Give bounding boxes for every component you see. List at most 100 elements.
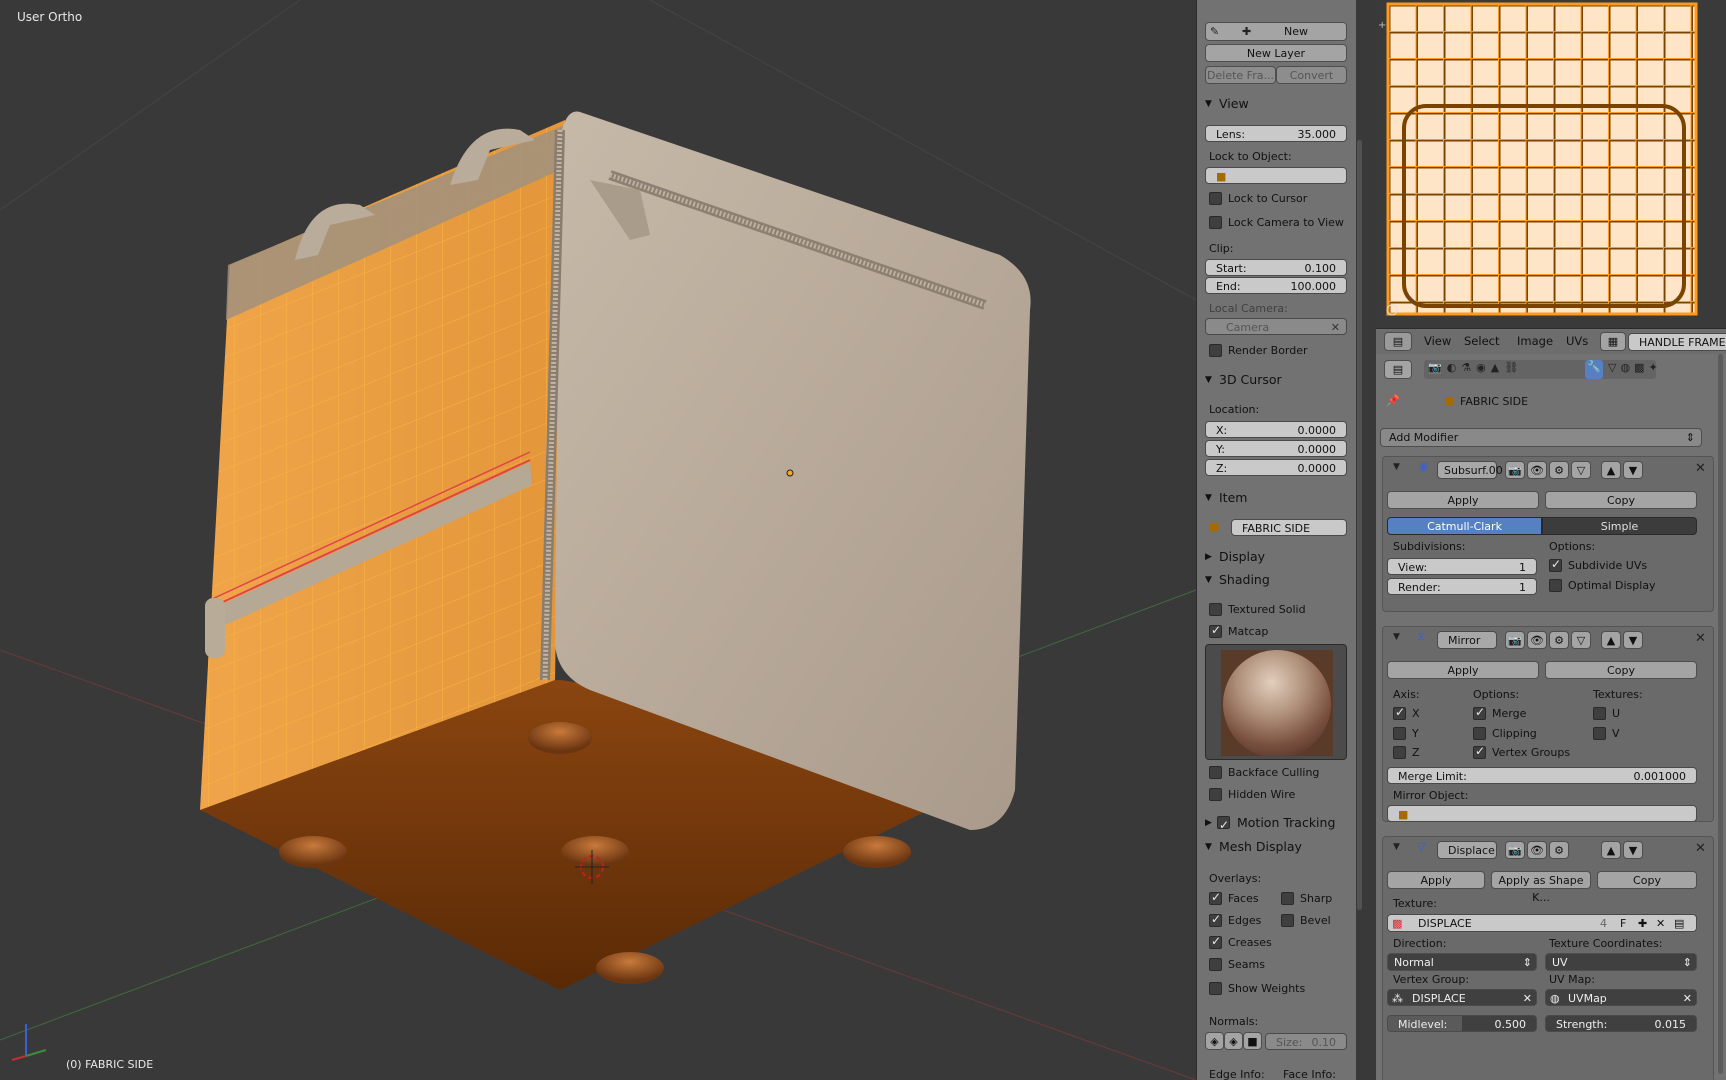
mirror-name-field[interactable]: Mirror	[1437, 631, 1497, 649]
grease-pencil-new-button[interactable]: ✎ ✚ New	[1205, 22, 1347, 41]
clear-x-icon[interactable]: ✕	[1523, 990, 1532, 1007]
fake-user-button[interactable]: F	[1620, 915, 1626, 932]
remove-modifier-icon[interactable]: ✕	[1695, 631, 1706, 646]
subdivide-uvs-checkbox[interactable]	[1549, 557, 1562, 572]
uv-menu-select[interactable]: Select	[1464, 334, 1499, 348]
shading-panel-header[interactable]: ▼ Shading	[1197, 569, 1356, 591]
clipping-checkbox[interactable]	[1473, 727, 1486, 740]
editmode-toggle-icon[interactable]: ⚙	[1549, 841, 1569, 859]
show-weights-checkbox[interactable]	[1209, 982, 1222, 995]
bevel-checkbox[interactable]	[1281, 914, 1294, 927]
vertex-group-field[interactable]: ⁂ DISPLACE ✕	[1387, 989, 1537, 1006]
motion-tracking-panel-header[interactable]: ▶ Motion Tracking	[1197, 812, 1356, 836]
subsurf-view-levels-field[interactable]: View: 1	[1387, 558, 1537, 575]
context-tab-icons[interactable]: 📷◐⚗◉▲⛓	[1428, 361, 1523, 374]
remove-modifier-icon[interactable]: ✕	[1695, 841, 1706, 856]
merge-limit-field[interactable]: Merge Limit: 0.001000	[1387, 767, 1697, 784]
subsurf-name-field[interactable]: Subsurf.00	[1437, 461, 1503, 479]
remove-modifier-icon[interactable]: ✕	[1695, 461, 1706, 476]
3d-viewport[interactable]: User Ortho (0) FABRIC SIDE	[0, 0, 1196, 1080]
uv-menu-uvs[interactable]: UVs	[1566, 334, 1588, 348]
uv-image-editor[interactable]: +	[1376, 0, 1726, 328]
displace-apply-button[interactable]: Apply	[1387, 871, 1485, 889]
item-name-field[interactable]: FABRIC SIDE	[1231, 519, 1347, 536]
unlink-texture-icon[interactable]: ✕	[1656, 915, 1665, 932]
uv-menu-view[interactable]: View	[1424, 334, 1451, 348]
editor-type-icon[interactable]: ▤	[1384, 332, 1412, 351]
lock-to-object-field[interactable]: ■	[1205, 167, 1347, 184]
move-down-icon[interactable]: ▼	[1623, 841, 1643, 859]
axis-y-checkbox[interactable]	[1393, 727, 1406, 740]
mirror-copy-button[interactable]: Copy	[1545, 661, 1697, 679]
move-up-icon[interactable]: ▲	[1601, 631, 1621, 649]
render-toggle-icon[interactable]: 📷	[1505, 461, 1525, 479]
wrench-icon[interactable]: 🔧	[1585, 360, 1603, 379]
clear-x-icon[interactable]: ✕	[1331, 319, 1340, 336]
mesh-display-panel-header[interactable]: ▼ Mesh Display	[1197, 836, 1356, 858]
lens-field[interactable]: Lens: 35.000	[1205, 125, 1347, 142]
move-down-icon[interactable]: ▼	[1623, 461, 1643, 479]
texture-u-checkbox[interactable]	[1593, 707, 1606, 720]
normals-size-field[interactable]: Size: 0.10	[1265, 1033, 1347, 1050]
backface-culling-checkbox[interactable]	[1209, 766, 1222, 779]
faces-checkbox[interactable]	[1209, 890, 1222, 905]
convert-button[interactable]: Convert	[1276, 66, 1347, 84]
item-panel-header[interactable]: ▼ Item	[1197, 487, 1356, 509]
uv-corner-widget-icon[interactable]: +	[1378, 20, 1386, 31]
clip-start-field[interactable]: Start: 0.100	[1205, 259, 1347, 276]
move-up-icon[interactable]: ▲	[1601, 461, 1621, 479]
on-cage-toggle-icon[interactable]: ▽	[1571, 461, 1591, 479]
cursor-z-field[interactable]: Z: 0.0000	[1205, 459, 1347, 476]
properties-editor-type-icon[interactable]: ▤	[1384, 360, 1412, 379]
matcap-checkbox[interactable]	[1209, 623, 1222, 638]
new-layer-button[interactable]: New Layer	[1205, 44, 1347, 62]
edges-checkbox[interactable]	[1209, 912, 1222, 927]
render-toggle-icon[interactable]: 📷	[1505, 631, 1525, 649]
render-toggle-icon[interactable]: 📷	[1505, 841, 1525, 859]
properties-scrollbar[interactable]	[1718, 354, 1723, 1074]
on-cage-toggle-icon[interactable]: ▽	[1571, 631, 1591, 649]
optimal-display-checkbox[interactable]	[1549, 579, 1562, 592]
image-browse-icon[interactable]: ▦	[1600, 332, 1626, 351]
texture-settings-icon[interactable]: ▤	[1674, 915, 1684, 932]
catmull-clark-option[interactable]: Catmull-Clark	[1387, 517, 1542, 535]
pin-icon[interactable]: 📌	[1386, 394, 1400, 407]
textured-solid-checkbox[interactable]	[1209, 603, 1222, 616]
collapse-triangle-icon[interactable]: ▼	[1393, 842, 1400, 852]
render-border-checkbox[interactable]	[1209, 344, 1222, 357]
vertex-normals-icon[interactable]: ◈	[1205, 1032, 1224, 1050]
texture-field[interactable]: ▩ DISPLACE 4 F ✚ ✕ ▤	[1387, 914, 1697, 932]
visibility-eye-icon[interactable]: 👁	[1527, 461, 1547, 479]
vertex-groups-checkbox[interactable]	[1473, 744, 1486, 759]
texture-coordinates-dropdown[interactable]: UV ⇕	[1545, 953, 1697, 971]
apply-as-shape-key-button[interactable]: Apply as Shape K...	[1491, 871, 1591, 904]
editmode-toggle-icon[interactable]: ⚙	[1549, 461, 1569, 479]
context-tab-icons-2[interactable]: ▽◍▩✦	[1608, 361, 1662, 374]
motion-tracking-checkbox[interactable]	[1217, 814, 1230, 836]
merge-checkbox[interactable]	[1473, 705, 1486, 720]
face-normals-icon[interactable]: ■	[1243, 1032, 1262, 1050]
displace-name-field[interactable]: Displace	[1437, 841, 1497, 859]
editmode-toggle-icon[interactable]: ⚙	[1549, 631, 1569, 649]
subsurf-render-levels-field[interactable]: Render: 1	[1387, 578, 1537, 595]
simple-option[interactable]: Simple	[1542, 517, 1697, 535]
display-panel-header[interactable]: ▶ Display	[1197, 546, 1356, 568]
new-texture-icon[interactable]: ✚	[1638, 915, 1647, 932]
cursor-y-field[interactable]: Y: 0.0000	[1205, 440, 1347, 457]
clear-x-icon[interactable]: ✕	[1683, 990, 1692, 1007]
lock-to-cursor-checkbox[interactable]	[1209, 192, 1222, 205]
sharp-checkbox[interactable]	[1281, 892, 1294, 905]
lock-camera-checkbox[interactable]	[1209, 216, 1222, 229]
sidebar-scrollbar[interactable]	[1357, 140, 1362, 910]
local-camera-field[interactable]: Camera ✕	[1205, 318, 1347, 335]
mirror-object-field[interactable]: ■	[1387, 805, 1697, 822]
matcap-preview[interactable]	[1205, 644, 1347, 760]
clip-end-field[interactable]: End: 100.000	[1205, 277, 1347, 294]
axis-x-checkbox[interactable]	[1393, 705, 1406, 720]
cursor-x-field[interactable]: X: 0.0000	[1205, 421, 1347, 438]
displace-copy-button[interactable]: Copy	[1597, 871, 1697, 889]
move-down-icon[interactable]: ▼	[1623, 631, 1643, 649]
visibility-eye-icon[interactable]: 👁	[1527, 841, 1547, 859]
midlevel-slider[interactable]: Midlevel: 0.500	[1387, 1015, 1537, 1032]
subsurf-copy-button[interactable]: Copy	[1545, 491, 1697, 509]
